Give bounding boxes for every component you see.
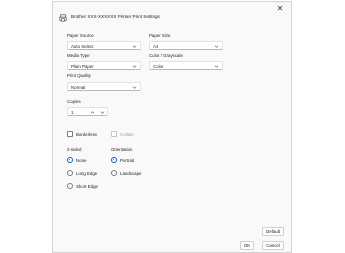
orientation-landscape-label: Landscape: [120, 170, 142, 176]
color-label: Color / Grayscale: [149, 53, 183, 58]
chevron-up-icon[interactable]: [90, 110, 95, 115]
two-sided-label: 2-sided: [67, 147, 82, 152]
two-sided-none-radio[interactable]: [67, 157, 73, 163]
orientation-portrait-radio[interactable]: [111, 157, 117, 163]
copies-label: Copies: [67, 99, 81, 104]
copies-value: 1: [71, 109, 74, 115]
borderless-label: Borderless: [76, 131, 97, 137]
default-button[interactable]: Default: [262, 227, 284, 236]
paper-source-label: Paper Source: [67, 33, 94, 38]
chevron-down-icon: [132, 65, 137, 68]
print-settings-dialog: Brother XXX-XXXXXX Printer Print Setting…: [52, 1, 292, 253]
collate-label: Collate: [120, 131, 134, 137]
close-icon[interactable]: ✕: [275, 4, 285, 14]
two-sided-long-edge-label: Long Edge: [76, 170, 98, 176]
paper-source-value: Auto Select: [71, 43, 94, 49]
print-quality-value: Normal: [71, 84, 86, 90]
two-sided-long-edge-radio[interactable]: [67, 170, 73, 176]
paper-source-select[interactable]: Auto Select: [67, 41, 141, 50]
chevron-down-icon[interactable]: [100, 110, 105, 115]
ok-button[interactable]: OK: [240, 241, 254, 250]
printer-icon: [59, 14, 67, 22]
two-sided-none-label: None: [76, 157, 87, 163]
chevron-down-icon: [132, 86, 137, 89]
chevron-down-icon: [214, 65, 219, 68]
orientation-label: Orientation: [111, 147, 133, 152]
media-type-value: Plain Paper: [71, 63, 94, 69]
chevron-down-icon: [214, 45, 219, 48]
color-select[interactable]: Color: [149, 61, 223, 70]
media-type-select[interactable]: Plain Paper: [67, 61, 141, 70]
collate-checkbox[interactable]: [111, 131, 117, 137]
dialog-title: Brother XXX-XXXXXX Printer Print Setting…: [71, 14, 160, 19]
paper-size-select[interactable]: A4: [149, 41, 223, 50]
paper-size-label: Paper Size: [149, 33, 171, 38]
chevron-down-icon: [132, 45, 137, 48]
color-value: Color: [153, 63, 164, 69]
title-bar: Brother XXX-XXXXXX Printer Print Setting…: [53, 2, 291, 32]
copies-stepper[interactable]: 1: [67, 107, 108, 116]
cancel-button[interactable]: Cancel: [262, 241, 284, 250]
print-quality-label: Print Quality: [67, 73, 91, 78]
two-sided-short-edge-label: Short Edge: [76, 183, 98, 189]
two-sided-short-edge-radio[interactable]: [67, 183, 73, 189]
print-quality-select[interactable]: Normal: [67, 82, 141, 91]
orientation-portrait-label: Portrait: [120, 157, 135, 163]
orientation-landscape-radio[interactable]: [111, 170, 117, 176]
borderless-checkbox[interactable]: [67, 131, 73, 137]
media-type-label: Media Type: [67, 53, 90, 58]
paper-size-value: A4: [153, 43, 159, 49]
